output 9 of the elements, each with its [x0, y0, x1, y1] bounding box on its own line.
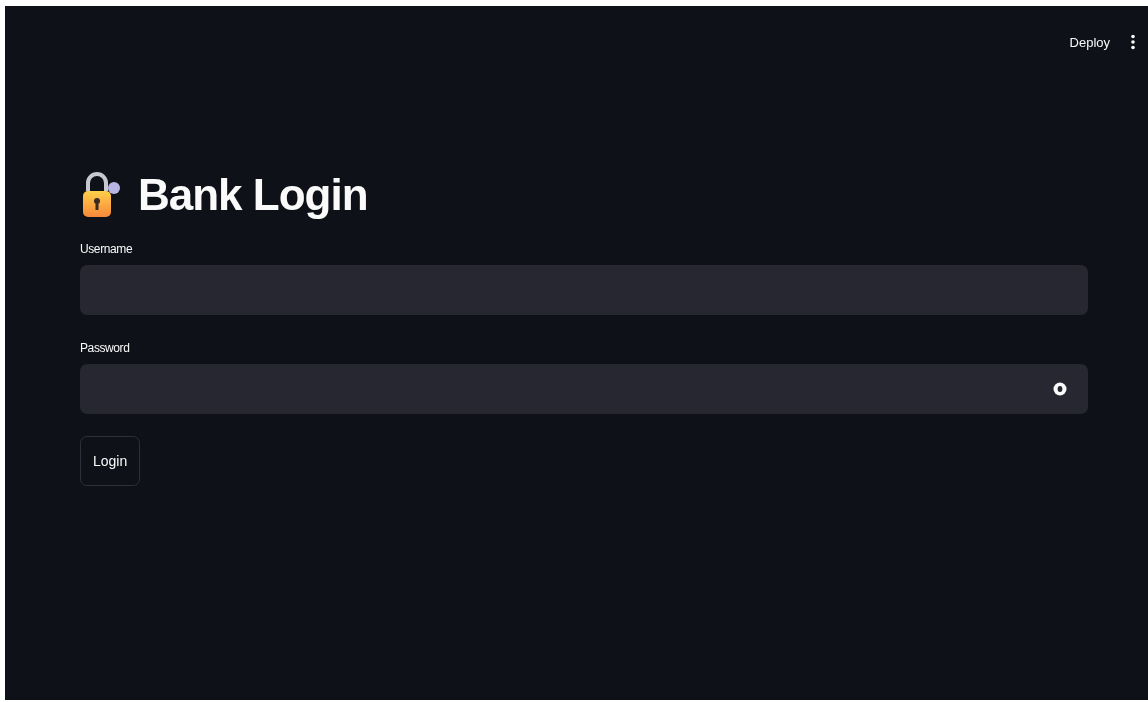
field-label: Username	[80, 242, 134, 256]
deploy-button[interactable]: Deploy	[1063, 30, 1116, 54]
field-label: Password	[80, 341, 131, 355]
password-field[interactable]	[80, 364, 1088, 414]
text-field[interactable]	[80, 265, 1088, 315]
more-menu-icon[interactable]	[1130, 34, 1136, 50]
page-title: Bank Login	[138, 170, 368, 220]
login-button[interactable]: Login	[80, 436, 141, 486]
eye-icon[interactable]	[1052, 382, 1068, 396]
